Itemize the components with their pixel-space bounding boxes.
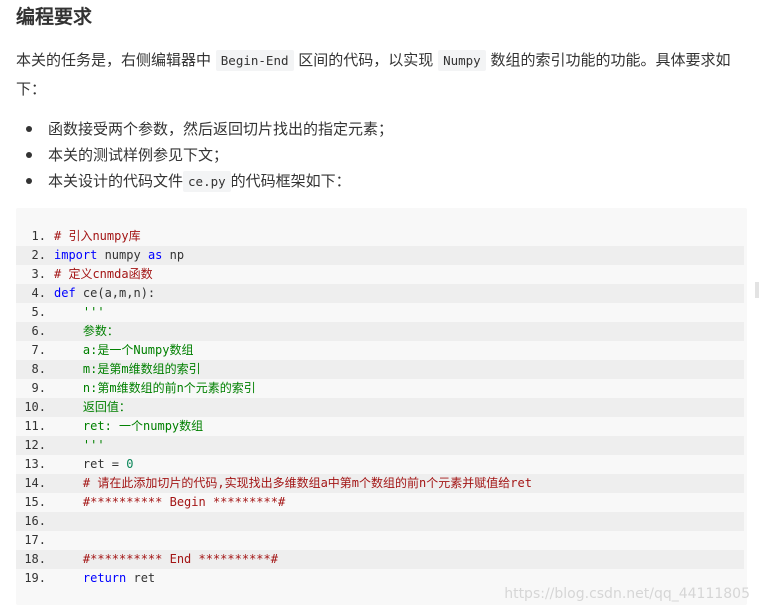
code-line: 8. m:是第m维数组的索引	[16, 360, 744, 379]
line-number: 18.	[24, 552, 46, 566]
code-line: 6. 参数：	[16, 322, 744, 341]
code-token: ret =	[54, 457, 127, 471]
code-text: '''	[54, 303, 105, 322]
code-token: 参数：	[54, 324, 119, 338]
list-item-text: 本关的测试样例参见下文；	[48, 146, 229, 164]
watermark-url: https://blog.csdn.net/qq_44111805	[504, 586, 750, 602]
line-number: 15.	[24, 495, 46, 509]
code-token: as	[147, 248, 163, 262]
code-line: 11. ret: 一个numpy数组	[16, 417, 744, 436]
code-line: 9. n:第m维数组的前n个元素的索引	[16, 379, 744, 398]
code-token: #********** Begin *********#	[54, 495, 286, 509]
code-block: 1. # 引入numpy库 2. import numpy as np 3. # 定义cn…	[16, 208, 747, 605]
section-title: 编程要求	[16, 6, 93, 28]
code-token: m:是第m维数组的索引	[54, 362, 201, 376]
code-text: a:是一个Numpy数组	[54, 341, 194, 360]
inline-code-filename: ce.py	[183, 171, 231, 192]
code-token: # 引入numpy库	[54, 229, 141, 243]
code-text: '''	[54, 436, 105, 455]
code-text: ret = 0	[54, 455, 134, 474]
line-number: 1.	[31, 229, 46, 243]
code-token: import	[54, 248, 98, 262]
line-number: 2.	[31, 248, 46, 262]
code-text: # 定义cnmda函数	[54, 265, 153, 284]
code-line: 5. '''	[16, 303, 744, 322]
bullet-dot-icon	[26, 152, 32, 158]
code-token: # 请在此添加切片的代码,实现找出多维数组a中第m个数组的前n个元素并赋值给re…	[54, 476, 532, 490]
line-number: 7.	[31, 343, 46, 357]
list-item-text: 的代码框架如下：	[230, 172, 351, 190]
code-line: 13. ret = 0	[16, 455, 744, 474]
code-text: # 引入numpy库	[54, 227, 141, 246]
code-token: a:是一个Numpy数组	[54, 343, 194, 357]
code-line: 4. def ce(a,m,n):	[16, 284, 744, 303]
code-token: np	[162, 248, 185, 262]
code-line: 10. 返回值：	[16, 398, 744, 417]
code-line: 12. '''	[16, 436, 744, 455]
code-token: '''	[54, 438, 105, 452]
code-text: #********** End **********#	[54, 550, 278, 569]
code-text: def ce(a,m,n):	[54, 284, 155, 303]
code-line: 7. a:是一个Numpy数组	[16, 341, 744, 360]
line-number: 16.	[24, 514, 46, 528]
line-number: 12.	[24, 438, 46, 452]
line-number: 19.	[24, 571, 46, 585]
code-text: m:是第m维数组的索引	[54, 360, 201, 379]
code-text: 返回值：	[54, 398, 131, 417]
code-token: ret	[126, 571, 156, 585]
code-token: ret: 一个numpy数组	[54, 419, 204, 433]
line-number: 10.	[24, 400, 46, 414]
line-number: 14.	[24, 476, 46, 490]
code-line: 2. import numpy as np	[16, 246, 744, 265]
line-number: 11.	[24, 419, 46, 433]
code-text: 参数：	[54, 322, 119, 341]
intro-text-1: 本关的任务是，右侧编辑器中	[16, 51, 216, 69]
list-item-text: 本关设计的代码文件	[48, 172, 184, 190]
intro-paragraph: 本关的任务是，右侧编辑器中 Begin-End 区间的代码，以实现 Numpy …	[16, 46, 751, 103]
scrollbar-thumb[interactable]	[755, 282, 759, 298]
code-token: 返回值：	[54, 400, 131, 414]
code-line: 16.	[16, 512, 744, 531]
list-item: 本关设计的代码文件 ce.py 的代码框架如下：	[16, 168, 393, 194]
bullet-dot-icon	[26, 126, 32, 132]
line-number: 9.	[31, 381, 46, 395]
line-number: 4.	[31, 286, 46, 300]
code-token: ce(a,m,n):	[75, 286, 156, 300]
list-item-text: 函数接受两个参数，然后返回切片找出的指定元素；	[48, 120, 394, 138]
code-token: def	[54, 286, 76, 300]
code-line: 3. # 定义cnmda函数	[16, 265, 744, 284]
line-number: 5.	[31, 305, 46, 319]
code-token: numpy	[97, 248, 148, 262]
requirements-list: 函数接受两个参数，然后返回切片找出的指定元素； 本关的测试样例参见下文； 本关设…	[16, 116, 393, 194]
line-number: 8.	[31, 362, 46, 376]
list-item: 本关的测试样例参见下文；	[16, 142, 393, 168]
inline-code-begin-end: Begin-End	[215, 50, 294, 71]
code-text: #********** Begin *********#	[54, 493, 285, 512]
code-text: ret: 一个numpy数组	[54, 417, 203, 436]
code-line: 14. # 请在此添加切片的代码,实现找出多维数组a中第m个数组的前n个元素并赋…	[16, 474, 744, 493]
line-number: 13.	[24, 457, 46, 471]
list-item: 函数接受两个参数，然后返回切片找出的指定元素；	[16, 116, 393, 142]
code-text: n:第m维数组的前n个元素的索引	[54, 379, 256, 398]
code-line: 17.	[16, 531, 744, 550]
code-token: '''	[54, 305, 105, 319]
code-text: # 请在此添加切片的代码,实现找出多维数组a中第m个数组的前n个元素并赋值给re…	[54, 474, 532, 493]
intro-text-2: 区间的代码，以实现	[293, 51, 439, 69]
code-token: # 定义cnmda函数	[54, 267, 153, 281]
line-number: 17.	[24, 533, 46, 547]
code-token: return	[54, 571, 127, 585]
inline-code-numpy: Numpy	[438, 50, 486, 71]
bullet-dot-icon	[26, 178, 32, 184]
code-line: 15. #********** Begin *********#	[16, 493, 744, 512]
code-token: n:第m维数组的前n个元素的索引	[54, 381, 256, 395]
task-requirements-page: 编程要求 本关的任务是，右侧编辑器中 Begin-End 区间的代码，以实现 N…	[0, 0, 759, 615]
code-text: return ret	[54, 569, 155, 588]
code-line: 1. # 引入numpy库	[16, 227, 744, 246]
code-token: #********** End **********#	[54, 552, 278, 566]
code-text: import numpy as np	[54, 246, 184, 265]
line-number: 3.	[31, 267, 46, 281]
code-line: 18. #********** End **********#	[16, 550, 744, 569]
code-token: 0	[126, 457, 134, 471]
line-number: 6.	[31, 324, 46, 338]
